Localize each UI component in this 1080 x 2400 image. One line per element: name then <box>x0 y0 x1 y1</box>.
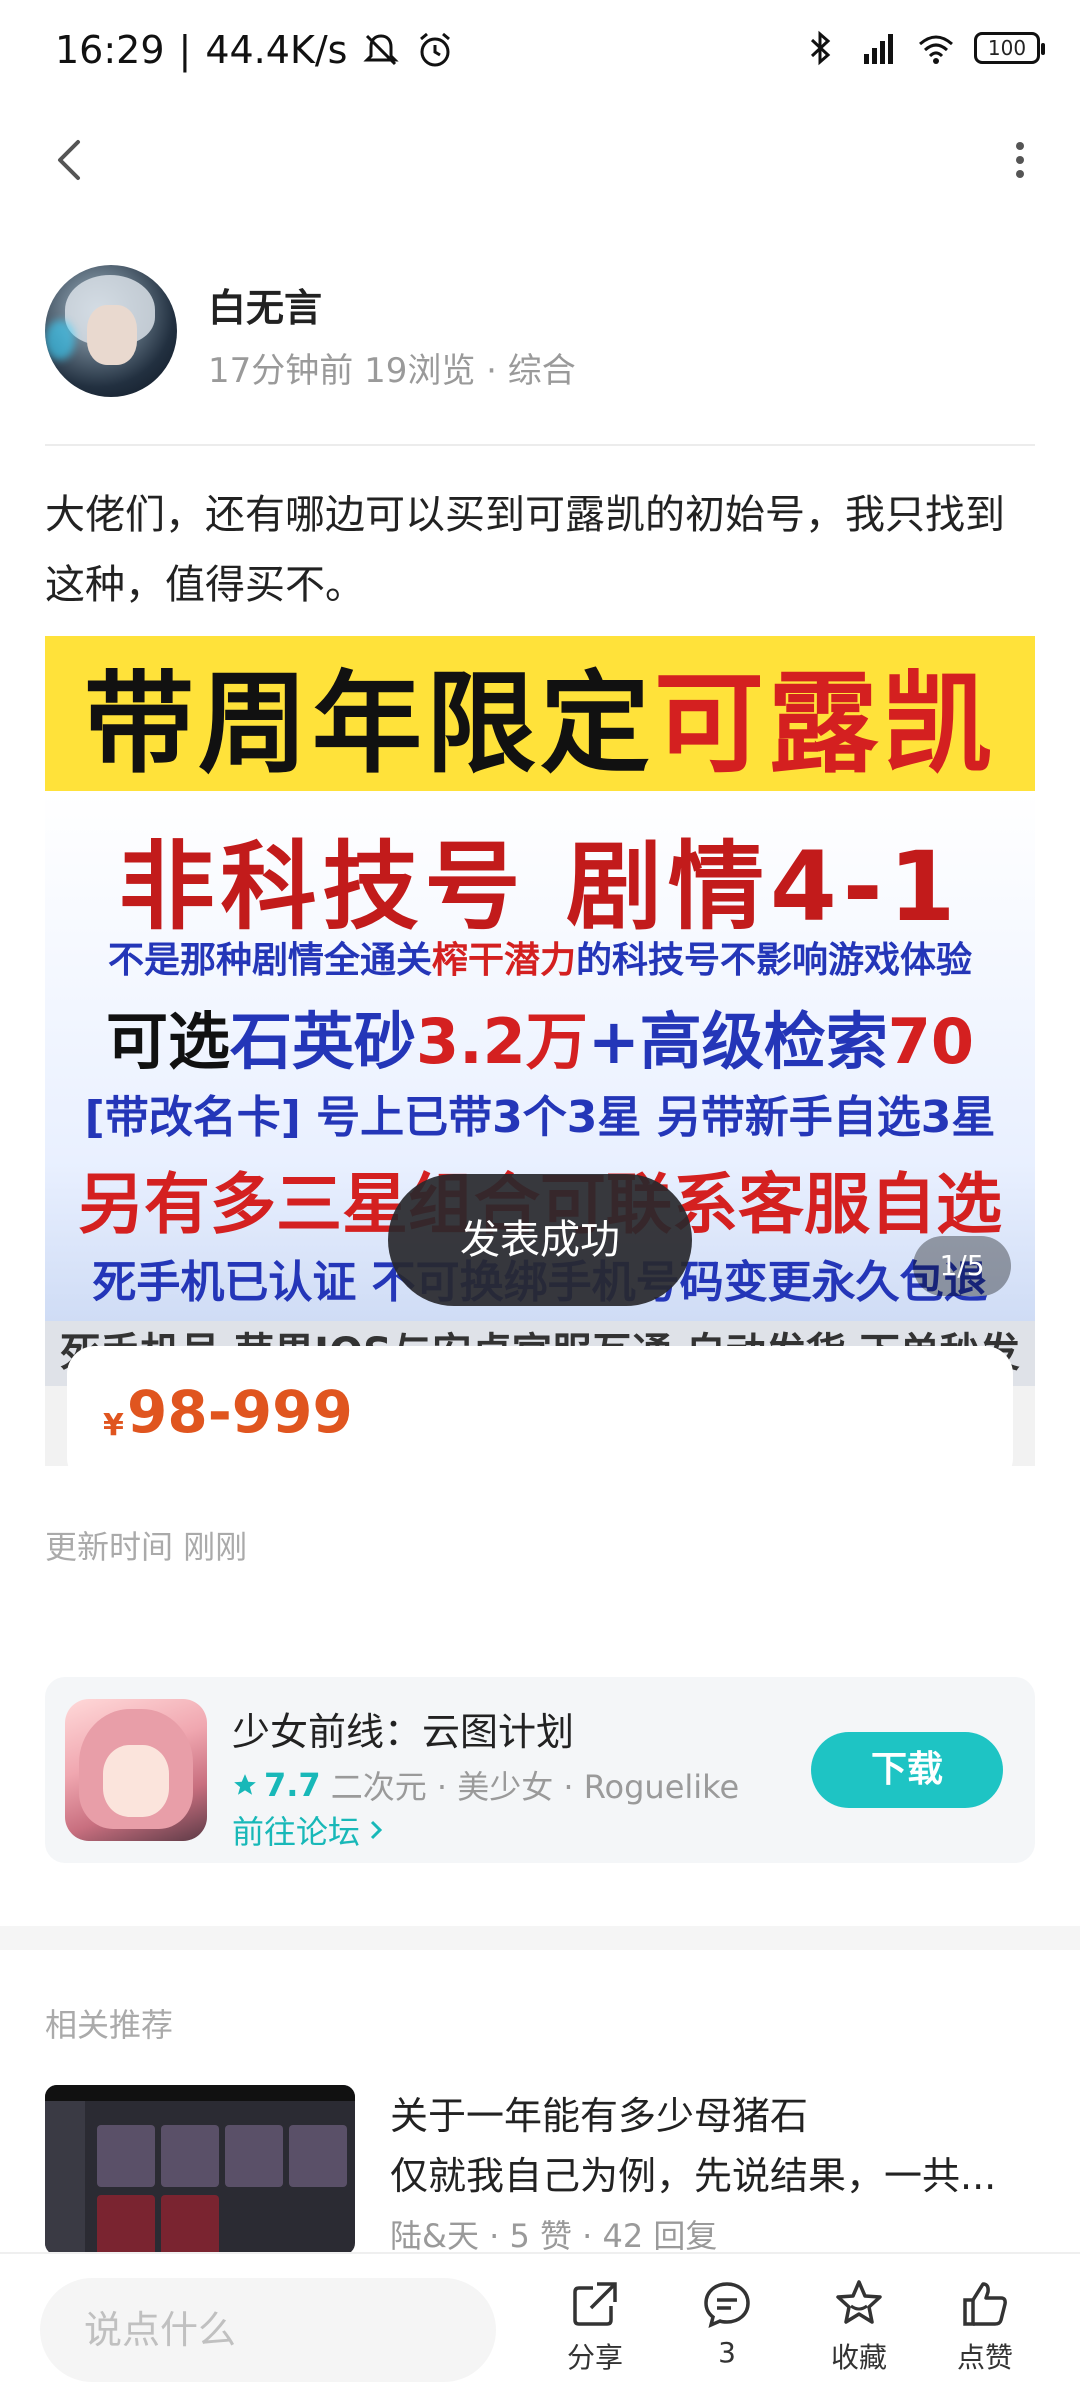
status-separator: | <box>178 28 192 72</box>
game-card[interactable]: 少女前线：云图计划 7.7 二次元 · 美少女 · Roguelike 前往论坛… <box>45 1677 1035 1863</box>
battery-icon: 100 <box>974 32 1045 64</box>
star-icon <box>234 1774 256 1795</box>
post-image[interactable]: 带周年限定 可露凯 非科技号 剧情4-1 不是那种剧情全通关榨干潜力的科技号不影响… <box>45 636 1035 1466</box>
wifi-icon <box>919 35 953 64</box>
more-options-icon[interactable] <box>990 130 1050 190</box>
like-button[interactable]: 点赞 <box>930 2276 1040 2386</box>
bluetooth-icon <box>810 30 831 66</box>
author-header: 白无言 17分钟前 19浏览 · 综合 <box>45 265 1035 405</box>
image-counter: 1/5 <box>913 1236 1011 1296</box>
signal-icon <box>864 34 893 64</box>
related-item[interactable]: 关于一年能有多少母猪石 仅就我自己为例，先说结果，一共... 陆&天 · 5 赞… <box>45 2085 1035 2255</box>
top-nav <box>0 110 1080 210</box>
divider <box>45 444 1035 446</box>
forum-link[interactable]: 前往论坛 <box>232 1807 388 1853</box>
comment-button[interactable]: 3 <box>672 2276 782 2386</box>
related-item-title[interactable]: 关于一年能有多少母猪石 <box>390 2085 808 2140</box>
post-content: 大佬们，还有哪边可以买到可露凯的初始号，我只找到这种，值得买不。 <box>45 492 1005 608</box>
price-value: 98-999 <box>127 1378 353 1446</box>
related-item-excerpt[interactable]: 仅就我自己为例，先说结果，一共... <box>390 2145 1035 2200</box>
share-icon <box>573 2282 617 2326</box>
update-time: 更新时间 刚刚 <box>45 1528 248 1566</box>
thumbs-up-icon <box>963 2282 1007 2326</box>
game-tags: 二次元 · 美少女 · Roguelike <box>330 1768 740 1806</box>
download-button[interactable]: 下载 <box>811 1732 1003 1808</box>
price-currency: ¥ <box>103 1408 124 1443</box>
comment-icon <box>704 2282 750 2329</box>
image-line: 可选石英砂3.2万+高级检索70 <box>105 1005 975 1078</box>
post-meta: 17分钟前 19浏览 · 综合 <box>208 351 576 391</box>
section-divider <box>0 1926 1080 1950</box>
comment-input[interactable]: 说点什么 <box>40 2278 496 2382</box>
related-thumbnail[interactable] <box>45 2085 355 2255</box>
status-left: 16:29 | 44.4K/s <box>55 28 455 72</box>
image-line: 非科技号 剧情4-1 <box>118 831 962 943</box>
author-name[interactable]: 白无言 <box>208 277 322 332</box>
share-button[interactable]: 分享 <box>540 2276 650 2386</box>
game-meta: 7.7 二次元 · 美少女 · Roguelike <box>232 1762 739 1808</box>
related-item-meta: 陆&天 · 5 赞 · 42 回复 <box>390 2217 718 2255</box>
status-right: 100 <box>800 28 1045 68</box>
game-icon[interactable] <box>65 1699 207 1841</box>
game-title[interactable]: 少女前线：云图计划 <box>232 1701 574 1756</box>
back-arrow-icon[interactable] <box>40 130 100 190</box>
avatar[interactable] <box>45 265 177 397</box>
status-time: 16:29 <box>55 28 165 72</box>
favorite-button[interactable]: 收藏 <box>804 2276 914 2386</box>
mute-bell-icon <box>363 34 400 66</box>
chevron-right-icon <box>370 1820 383 1840</box>
price-card: ¥ 98-999 <box>67 1346 1013 1466</box>
bottom-bar: 说点什么 分享 3 收藏 点赞 <box>0 2252 1080 2400</box>
status-net-speed: 44.4K/s <box>205 28 348 72</box>
game-score: 7.7 <box>232 1766 321 1804</box>
alarm-clock-icon <box>420 32 451 67</box>
status-bar: 16:29 | 44.4K/s 100 <box>0 0 1080 100</box>
image-line: 不是那种剧情全通关榨干潜力的科技号不影响游戏体验 <box>107 940 973 981</box>
image-line: [带改名卡] 号上已带3个3星 另带新手自选3星 <box>84 1092 996 1143</box>
image-banner: 带周年限定 可露凯 <box>45 636 1035 791</box>
toast-message: 发表成功 <box>388 1174 692 1306</box>
star-icon <box>836 2280 882 2324</box>
related-title: 相关推荐 <box>45 2006 174 2044</box>
